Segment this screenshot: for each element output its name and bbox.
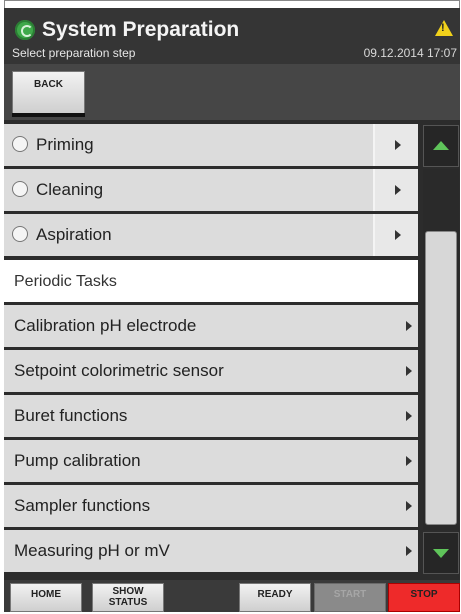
- recycle-logo-icon: [15, 20, 35, 40]
- stop-button[interactable]: STOP: [388, 583, 460, 612]
- chevron-right-icon: [406, 366, 412, 376]
- list-item-calibration-ph-electrode[interactable]: Calibration pH electrode: [4, 305, 418, 347]
- chevron-right-icon: [406, 321, 412, 331]
- section-header-periodic-tasks: Periodic Tasks: [4, 260, 418, 302]
- chevron-right-icon: [395, 185, 401, 195]
- app-window: System Preparation ! Select preparation …: [4, 8, 460, 612]
- chevron-right-icon: [406, 546, 412, 556]
- list-item-aspiration[interactable]: Aspiration: [4, 214, 418, 256]
- list-item-label: Setpoint colorimetric sensor: [14, 361, 224, 380]
- show-status-label-line2: STATUS: [108, 597, 148, 608]
- header: System Preparation ! Select preparation …: [4, 8, 460, 64]
- list-item-label: Priming: [36, 135, 94, 154]
- arrow-down-icon: [433, 549, 449, 558]
- list-item-measuring-ph-or-mv[interactable]: Measuring pH or mV: [4, 530, 418, 572]
- page-subtitle: Select preparation step: [12, 46, 136, 60]
- list-item-buret-functions[interactable]: Buret functions: [4, 395, 418, 437]
- start-button[interactable]: START: [314, 583, 386, 612]
- expand-button[interactable]: [373, 214, 418, 256]
- radio-button[interactable]: [12, 136, 28, 152]
- list-item-label: Calibration pH electrode: [14, 316, 197, 335]
- show-status-button[interactable]: SHOW STATUS: [92, 583, 164, 612]
- list-item-label: Aspiration: [36, 225, 112, 244]
- radio-button[interactable]: [12, 226, 28, 242]
- toolbar: BACK: [4, 64, 460, 120]
- expand-button[interactable]: [373, 169, 418, 211]
- list-item-label: Sampler functions: [14, 496, 151, 515]
- arrow-up-icon: [433, 141, 449, 150]
- chevron-right-icon: [406, 456, 412, 466]
- page-title: System Preparation: [42, 18, 240, 41]
- preparation-list: Priming Cleaning Aspiration Periodic Tas…: [4, 124, 418, 578]
- list-item-cleaning[interactable]: Cleaning: [4, 169, 418, 211]
- list-item-priming[interactable]: Priming: [4, 124, 418, 166]
- datetime-display: 09.12.2014 17:07: [363, 46, 457, 60]
- ready-button[interactable]: READY: [239, 583, 311, 612]
- window-top-border: [4, 0, 460, 8]
- chevron-right-icon: [395, 230, 401, 240]
- list-item-label: Buret functions: [14, 406, 128, 425]
- scrollbar-thumb[interactable]: [425, 231, 457, 525]
- list-item-setpoint-colorimetric-sensor[interactable]: Setpoint colorimetric sensor: [4, 350, 418, 392]
- scrollbar-track[interactable]: [423, 169, 459, 530]
- radio-button[interactable]: [12, 181, 28, 197]
- chevron-right-icon: [395, 140, 401, 150]
- list-item-pump-calibration[interactable]: Pump calibration: [4, 440, 418, 482]
- home-button[interactable]: HOME: [10, 583, 82, 612]
- list-item-label: Pump calibration: [14, 451, 141, 470]
- scroll-up-button[interactable]: [423, 125, 459, 167]
- chevron-right-icon: [406, 501, 412, 511]
- expand-button[interactable]: [373, 124, 418, 166]
- chevron-right-icon: [406, 411, 412, 421]
- scroll-down-button[interactable]: [423, 532, 459, 574]
- warning-icon[interactable]: !: [435, 20, 453, 36]
- list-item-label: Measuring pH or mV: [14, 541, 170, 560]
- list-item-sampler-functions[interactable]: Sampler functions: [4, 485, 418, 527]
- back-button[interactable]: BACK: [12, 71, 85, 117]
- bottom-bar: HOME SHOW STATUS READY START STOP: [4, 580, 460, 612]
- list-item-label: Cleaning: [36, 180, 104, 199]
- section-title: Periodic Tasks: [14, 273, 117, 290]
- show-status-label-line1: SHOW: [112, 586, 144, 597]
